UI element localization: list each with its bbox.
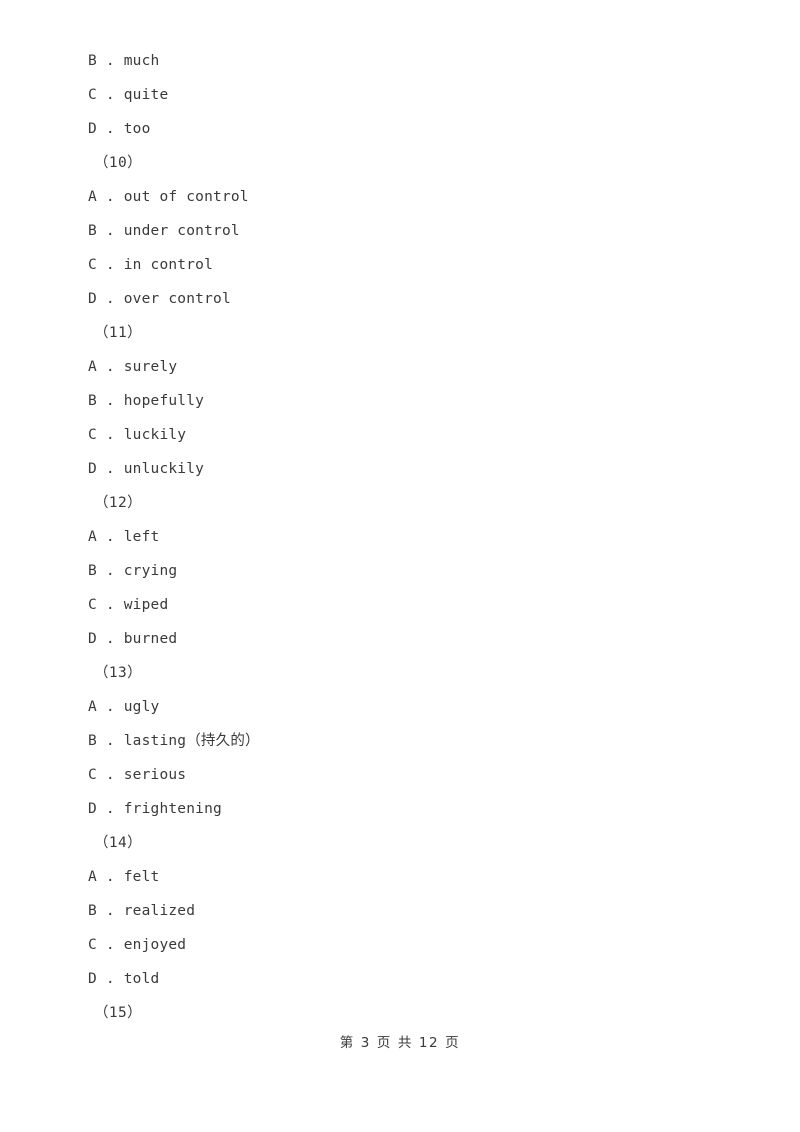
answer-option: D . told [88, 971, 160, 987]
answer-option: B . hopefully [88, 393, 205, 409]
question-number: （12） [94, 495, 143, 511]
answer-option: C . in control [88, 257, 214, 273]
answer-option: A . left [88, 529, 160, 545]
question-number: （14） [94, 835, 143, 851]
question-number: （15） [94, 1005, 143, 1021]
answer-option: A . surely [88, 359, 178, 375]
document-page: B . much C . quite D . too （10） A . out of c… [0, 0, 800, 1132]
answer-option: B . much [88, 53, 160, 69]
answer-option: A . felt [88, 869, 160, 885]
answer-option: D . frightening [88, 801, 222, 817]
answer-option: B . realized [88, 903, 196, 919]
answer-option: C . quite [88, 87, 169, 103]
answer-option: B . lasting（持久的） [88, 733, 260, 749]
question-options-list: B . much C . quite D . too （10） A . out of c… [88, 44, 728, 1030]
answer-option: D . over control [88, 291, 231, 307]
answer-option: D . unluckily [88, 461, 205, 477]
question-number: （13） [94, 665, 143, 681]
answer-option: C . serious [88, 767, 187, 783]
question-number: （11） [94, 325, 143, 341]
answer-option: A . ugly [88, 699, 160, 715]
answer-option: C . wiped [88, 597, 169, 613]
answer-option: C . enjoyed [88, 937, 187, 953]
page-footer: 第 3 页 共 12 页 [339, 1035, 461, 1051]
answer-option: D . burned [88, 631, 178, 647]
answer-option: A . out of control [88, 189, 249, 205]
answer-option: B . crying [88, 563, 178, 579]
answer-option: C . luckily [88, 427, 187, 443]
answer-option: D . too [88, 121, 151, 137]
answer-option: B . under control [88, 223, 240, 239]
question-number: （10） [94, 155, 143, 171]
